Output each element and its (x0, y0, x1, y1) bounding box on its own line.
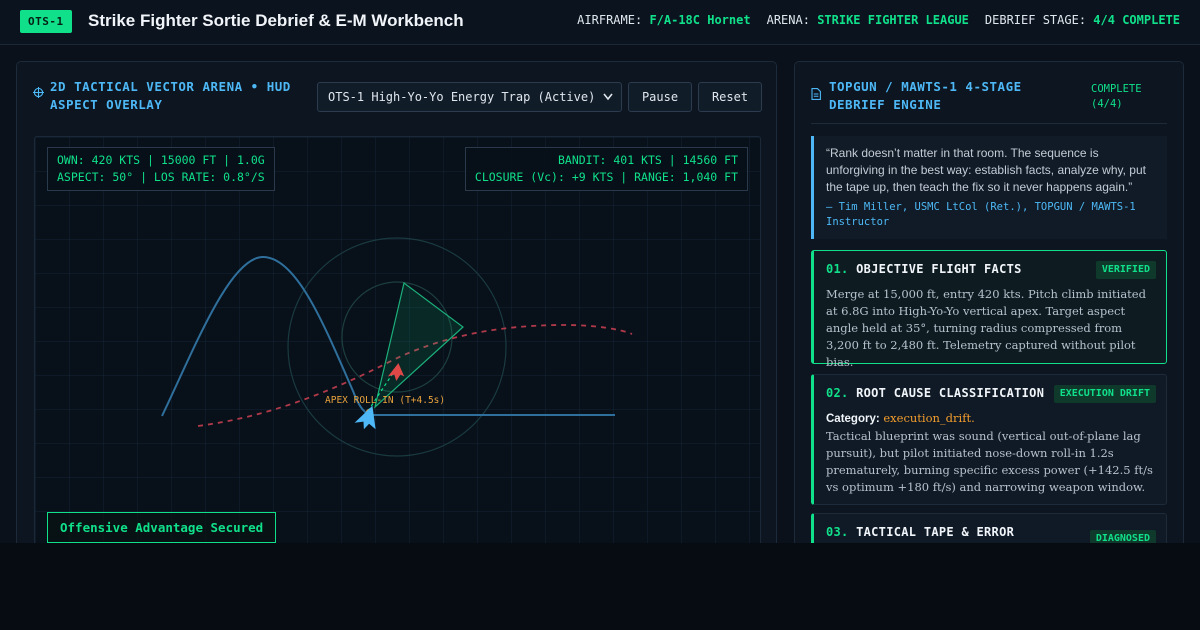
header-stats: AIRFRAME: F/A-18C Hornet ARENA: STRIKE F… (577, 13, 1180, 27)
step-2-body: Category: execution_drift. Tactical blue… (826, 410, 1154, 496)
quote-author: — Tim Miller, USMC LtCol (Ret.), TOPGUN … (826, 201, 1136, 228)
bandit-hud-line-1: BANDIT: 401 KTS | 14560 FT (557, 153, 738, 167)
arena-panel-title: 2D TACTICAL VECTOR ARENA • HUD ASPECT OV… (50, 79, 291, 112)
scenario-select-value: OTS-1 High-Yo-Yo Energy Trap (Active) (328, 90, 596, 104)
reset-button[interactable]: Reset (698, 82, 762, 112)
scenario-select[interactable]: OTS-1 High-Yo-Yo Energy Trap (Active) (317, 82, 622, 112)
own-hud-line-2: ASPECT: 50° | LOS RATE: 0.8°/S (57, 170, 265, 184)
debrief-engine-panel: TOPGUN / MAWTS-1 4-STAGE DEBRIEF ENGINE … (794, 61, 1184, 543)
step-1-body: Merge at 15,000 ft, entry 420 kts. Pitch… (826, 287, 1146, 369)
stat-debrief-stage: DEBRIEF STAGE: 4/4 COMPLETE (984, 13, 1180, 27)
step-2-badge: EXECUTION DRIFT (1053, 385, 1156, 403)
debrief-step-1[interactable]: 01. OBJECTIVE FLIGHT FACTS VERIFIED Merg… (811, 250, 1167, 369)
crosshair-icon (33, 85, 44, 101)
debrief-panel-title: TOPGUN / MAWTS-1 4-STAGE DEBRIEF ENGINE (829, 79, 1022, 112)
stat-airframe: AIRFRAME: F/A-18C Hornet (577, 13, 751, 27)
app-title: Strike Fighter Sortie Debrief & E-M Work… (88, 11, 464, 30)
header-divider (811, 123, 1167, 124)
tactical-arena-panel: 2D TACTICAL VECTOR ARENA • HUD ASPECT OV… (16, 61, 777, 543)
top-bar: OTS-1 Strike Fighter Sortie Debrief & E-… (0, 0, 1200, 45)
engagement-status: Offensive Advantage Secured (47, 512, 277, 543)
app-viewport: OTS-1 Strike Fighter Sortie Debrief & E-… (0, 0, 1200, 543)
debrief-step-2[interactable]: 02. ROOT CAUSE CLASSIFICATION EXECUTION … (811, 374, 1167, 505)
step-2-text: Tactical blueprint was sound (vertical o… (826, 429, 1153, 494)
step-3-badge: DIAGNOSED (1089, 530, 1156, 543)
arena-vector-svg: APEX ROLL-IN (T+4.5s) (161, 237, 633, 457)
scenario-badge: OTS-1 (20, 10, 72, 33)
document-icon (811, 88, 821, 103)
stat-arena: ARENA: STRIKE FIGHTER LEAGUE (766, 13, 969, 27)
debrief-status: COMPLETE (4/4) (1091, 83, 1142, 110)
quote-text: “Rank doesn’t matter in that room. The s… (826, 146, 1146, 194)
apex-roll-in-label: APEX ROLL-IN (T+4.5s) (325, 395, 445, 406)
step-1-badge: VERIFIED (1095, 261, 1156, 279)
category-label: Category: (826, 413, 880, 425)
pause-button[interactable]: Pause (628, 82, 692, 112)
tactical-arena-canvas[interactable]: APEX ROLL-IN (T+4.5s) OWN: 420 KTS | 150… (34, 136, 761, 543)
own-ship-hud: OWN: 420 KTS | 15000 FT | 1.0G ASPECT: 5… (47, 147, 275, 191)
debrief-step-3[interactable]: 03. TACTICAL TAPE & ERROR EXTRACTION DIA… (811, 513, 1167, 543)
bandit-hud-line-2: CLOSURE (Vc): +9 KTS | RANGE: 1,040 FT (474, 170, 738, 184)
instructor-quote: “Rank doesn’t matter in that room. The s… (811, 136, 1167, 239)
own-hud-line-1: OWN: 420 KTS | 15000 FT | 1.0G (57, 153, 265, 167)
weapon-cone (373, 281, 464, 409)
bandit-hud: BANDIT: 401 KTS | 14560 FT CLOSURE (Vc):… (464, 147, 748, 191)
step-3-title: 03. TACTICAL TAPE & ERROR EXTRACTION (826, 525, 1015, 543)
chevron-down-icon (603, 83, 613, 123)
category-value: execution_drift. (883, 411, 975, 425)
own-jet-icon (354, 405, 376, 430)
